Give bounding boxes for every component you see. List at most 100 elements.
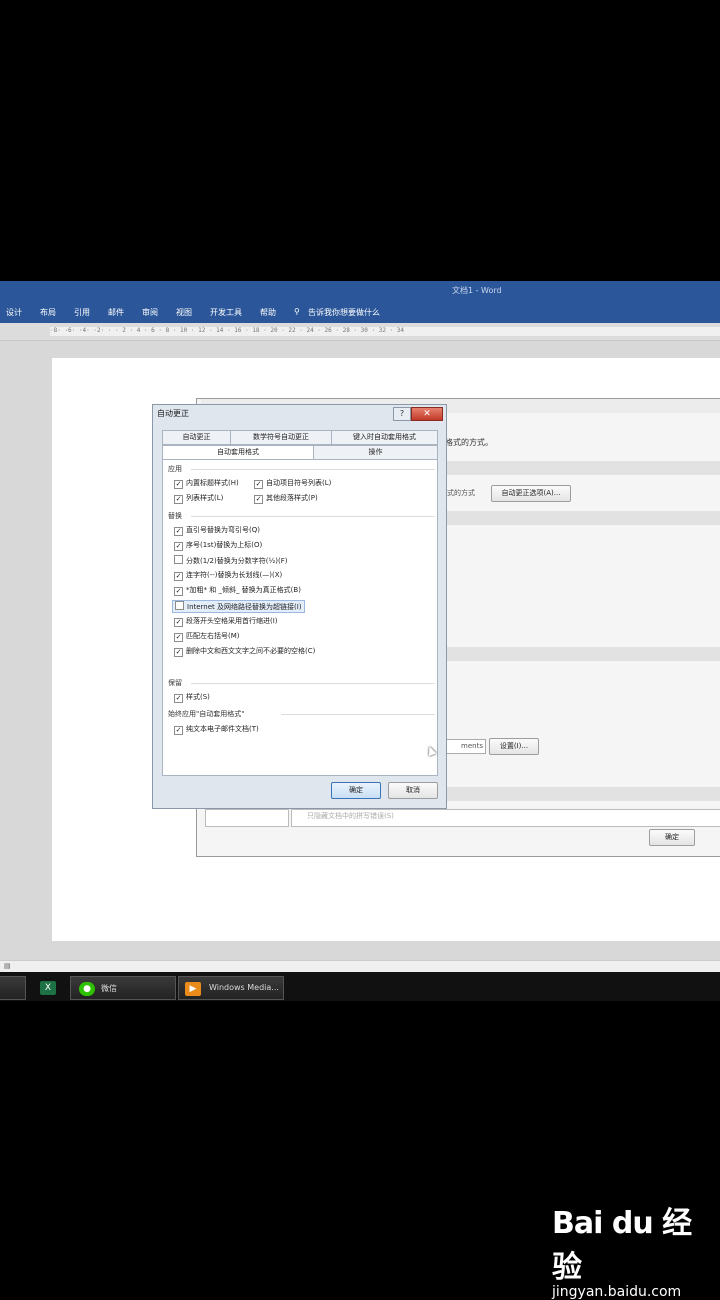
windows-media-label: Windows Media... [209, 983, 279, 992]
wechat-icon: ● [79, 982, 95, 996]
tab-review[interactable]: 审阅 [142, 307, 158, 318]
option-smart-quotes[interactable]: ✓ 直引号替换为弯引号(Q) [174, 525, 260, 536]
taskbar-item[interactable] [0, 976, 26, 1000]
close-button[interactable]: ✕ [411, 407, 443, 421]
option-label: 分数(1/2)替换为分数字符(½)(F) [186, 557, 288, 565]
baidu-watermark: Bai du 经验 jingyan.baidu.com [552, 1198, 720, 1300]
option-label: 连字符(--)替换为长划线(—)(X) [186, 571, 283, 579]
divider [191, 469, 435, 470]
option-other-paragraph-styles[interactable]: ✓ 其他段落样式(P) [254, 493, 318, 504]
option-match-parentheses[interactable]: ✓ 匹配左右括号(M) [174, 631, 240, 642]
tab-developer[interactable]: 开发工具 [210, 307, 242, 318]
tab-view[interactable]: 视图 [176, 307, 192, 318]
option-label: 样式(S) [186, 693, 210, 701]
taskbar: X ● 微信 ▶ Windows Media... [0, 972, 720, 1001]
tab-design[interactable]: 设计 [6, 307, 22, 318]
cancel-button[interactable]: 取消 [388, 782, 438, 799]
layout-icon[interactable]: ▤ [4, 962, 11, 970]
option-label: 纯文本电子邮件文档(T) [186, 725, 259, 733]
excel-icon: X [40, 981, 56, 995]
checkbox[interactable]: ✓ [254, 480, 263, 489]
ruler[interactable]: ·8· ·6· ·4· ·2· · · 2 · 4 · 6 · 8 · 10 ·… [0, 323, 720, 341]
ruler-scale: ·8· ·6· ·4· ·2· · · 2 · 4 · 6 · 8 · 10 ·… [50, 327, 720, 336]
autocorrect-options-button[interactable]: 自动更正选项(A)... [491, 485, 571, 502]
section-always-autoformat: 始终应用"自动套用格式" [168, 710, 245, 718]
media-player-icon: ▶ [185, 982, 201, 996]
checkbox[interactable]: ✓ [174, 726, 183, 735]
tab-autoformat-as-you-type[interactable]: 键入时自动套用格式 [331, 430, 438, 445]
checkbox[interactable] [175, 601, 184, 610]
checkbox[interactable]: ✓ [174, 587, 183, 596]
tab-mailings[interactable]: 邮件 [108, 307, 124, 318]
checkbox[interactable]: ✓ [174, 572, 183, 581]
tab-references[interactable]: 引用 [74, 307, 90, 318]
search-icon[interactable]: ⚲ [294, 307, 300, 316]
checkbox[interactable]: ✓ [174, 633, 183, 642]
checkbox[interactable]: ✓ [254, 495, 263, 504]
option-label: 其他段落样式(P) [266, 494, 318, 502]
checkbox[interactable] [174, 555, 183, 564]
option-ordinal-superscript[interactable]: ✓ 序号(1st)替换为上标(O) [174, 540, 262, 551]
option-hyphens-dash[interactable]: ✓ 连字符(--)替换为长划线(—)(X) [174, 570, 282, 581]
divider [281, 714, 435, 715]
tab-help[interactable]: 帮助 [260, 307, 276, 318]
option-label: 直引号替换为弯引号(Q) [186, 526, 260, 534]
dialog-title: 自动更正 [157, 409, 189, 418]
option-label: *加粗* 和 _倾斜_ 替换为真正格式(B) [186, 586, 301, 594]
option-bold-italic[interactable]: ✓ *加粗* 和 _倾斜_ 替换为真正格式(B) [174, 585, 301, 596]
option-label: 删除中文和西文文字之间不必要的空格(C) [186, 647, 316, 655]
autocorrect-dialog: 自动更正 ? ✕ 自动更正 数学符号自动更正 键入时自动套用格式 自动套用格式 … [152, 404, 447, 809]
watermark-url: jingyan.baidu.com [552, 1284, 682, 1300]
taskbar-wechat[interactable]: ● 微信 [70, 976, 176, 1000]
wechat-label: 微信 [101, 984, 117, 993]
tab-autocorrect[interactable]: 自动更正 [162, 430, 231, 445]
options-ok-button[interactable]: 确定 [649, 829, 695, 846]
option-label: 匹配左右括号(M) [186, 632, 240, 640]
tab-autoformat[interactable]: 自动套用格式 [162, 445, 314, 460]
option-auto-bulleted-lists[interactable]: ✓ 自动项目符号列表(L) [254, 478, 331, 489]
option-internet-hyperlinks[interactable]: Internet 及网络路径替换为超链接(I) [172, 600, 305, 613]
option-list-styles[interactable]: ✓ 列表样式(L) [174, 493, 223, 504]
option-label: 内置标题样式(H) [186, 479, 239, 487]
option-label: Internet 及网络路径替换为超链接(I) [187, 603, 302, 611]
divider [191, 516, 435, 517]
taskbar-excel[interactable]: X [32, 976, 64, 998]
divider [191, 683, 435, 684]
option-plain-text-email[interactable]: ✓ 纯文本电子邮件文档(T) [174, 724, 259, 735]
word-title-bar: 文档1 - Word [0, 281, 720, 299]
options-left-box [205, 809, 289, 827]
tab-layout[interactable]: 布局 [40, 307, 56, 318]
tab-math-autocorrect[interactable]: 数学符号自动更正 [230, 430, 332, 445]
checkbox[interactable]: ✓ [174, 480, 183, 489]
hide-spelling-errors-option[interactable]: 只隐藏文档中的拼写错误(S) [307, 811, 394, 821]
watermark-brand: Bai du 经验 [552, 1206, 692, 1285]
option-remove-spaces[interactable]: ✓ 删除中文和西文文字之间不必要的空格(C) [174, 646, 315, 657]
option-label: 列表样式(L) [186, 494, 224, 502]
autoformat-panel: 应用 ✓ 内置标题样式(H) ✓ 自动项目符号列表(L) ✓ 列表样式(L) ✓ 其他段… [162, 459, 438, 776]
checkbox[interactable]: ✓ [174, 648, 183, 657]
ok-button[interactable]: 确定 [331, 782, 381, 799]
checkbox[interactable]: ✓ [174, 542, 183, 551]
screen: 文档1 - Word 设计 布局 引用 邮件 审阅 视图 开发工具 帮助 ⚲ 告… [0, 281, 720, 1001]
section-apply: 应用 [168, 465, 182, 473]
taskbar-windows-media[interactable]: ▶ Windows Media... [178, 976, 284, 1000]
option-label: 序号(1st)替换为上标(O) [186, 541, 263, 549]
option-builtin-heading-styles[interactable]: ✓ 内置标题样式(H) [174, 478, 239, 489]
section-preserve: 保留 [168, 679, 182, 687]
help-button[interactable]: ? [393, 407, 411, 421]
checkbox[interactable]: ✓ [174, 527, 183, 536]
option-styles[interactable]: ✓ 样式(S) [174, 692, 210, 703]
section-replace: 替换 [168, 512, 182, 520]
tell-me-search[interactable]: 告诉我你想要做什么 [308, 307, 380, 318]
option-fractions[interactable]: 分数(1/2)替换为分数字符(½)(F) [174, 555, 287, 566]
settings-button[interactable]: 设置(I)... [489, 738, 539, 755]
checkbox[interactable]: ✓ [174, 495, 183, 504]
options-description: 格式的方式。 [445, 438, 493, 447]
option-first-line-indent[interactable]: ✓ 段落开头空格采用首行缩进(I) [174, 616, 278, 627]
option-label: 自动项目符号列表(L) [266, 479, 332, 487]
checkbox[interactable]: ✓ [174, 618, 183, 627]
tab-actions[interactable]: 操作 [313, 445, 438, 460]
option-label: 段落开头空格采用首行缩进(I) [186, 617, 278, 625]
window-title: 文档1 - Word [452, 286, 502, 295]
checkbox[interactable]: ✓ [174, 694, 183, 703]
